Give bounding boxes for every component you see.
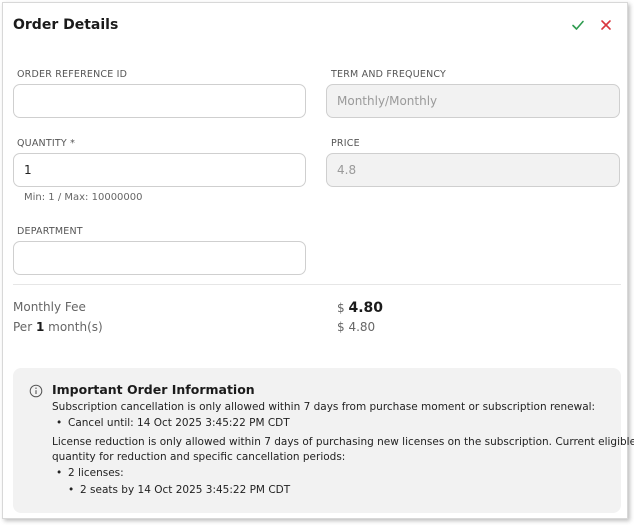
department-label: DEPARTMENT [17,226,83,237]
licenses-item: 2 licenses: [56,466,124,481]
order-details-dialog: Order Details ORDER REFERENCE ID TERM AN… [2,2,634,519]
department-input[interactable] [13,241,306,275]
per-suffix: month(s) [48,320,103,334]
seats-item: 2 seats by 14 Oct 2025 3:45:22 PM CDT [68,483,290,498]
divider [13,284,621,285]
reduction-text-line2: quantity for reduction and specific canc… [52,451,346,463]
close-icon[interactable] [596,15,616,35]
quantity-label: QUANTITY * [17,138,76,149]
per-period-label: Per 1 month(s) [13,320,103,334]
per-prefix: Per [13,320,33,334]
quantity-hint: Min: 1 / Max: 10000000 [24,192,143,203]
monthly-fee-label: Monthly Fee [13,300,86,314]
info-title: Important Order Information [52,382,255,397]
per-amount: 4.80 [348,320,376,334]
important-info-box: Important Order Information Subscription… [13,368,634,513]
cancel-until-item: Cancel until: 14 Oct 2025 3:45:22 PM CDT [56,416,290,431]
price-label: PRICE [331,138,360,149]
check-icon[interactable] [568,15,588,35]
order-reference-label: ORDER REFERENCE ID [17,69,128,80]
dialog-title: Order Details [13,17,119,33]
monthly-fee-amount: 4.80 [348,300,384,316]
term-frequency-label: TERM AND FREQUENCY [331,69,447,80]
monthly-fee-value: $ 4.80 [337,300,383,316]
monthly-fee-currency: $ [337,301,345,315]
reduction-text-line1: License reduction is only allowed within… [52,436,634,448]
info-icon [29,384,43,398]
cancellation-text: Subscription cancellation is only allowe… [52,401,596,413]
quantity-input[interactable] [13,153,306,187]
per-count: 1 [35,320,45,334]
per-currency: $ [337,320,345,334]
price-field [326,153,620,187]
term-frequency-field [326,84,620,118]
order-reference-input[interactable] [13,84,306,118]
per-period-value: $ 4.80 [337,320,375,334]
